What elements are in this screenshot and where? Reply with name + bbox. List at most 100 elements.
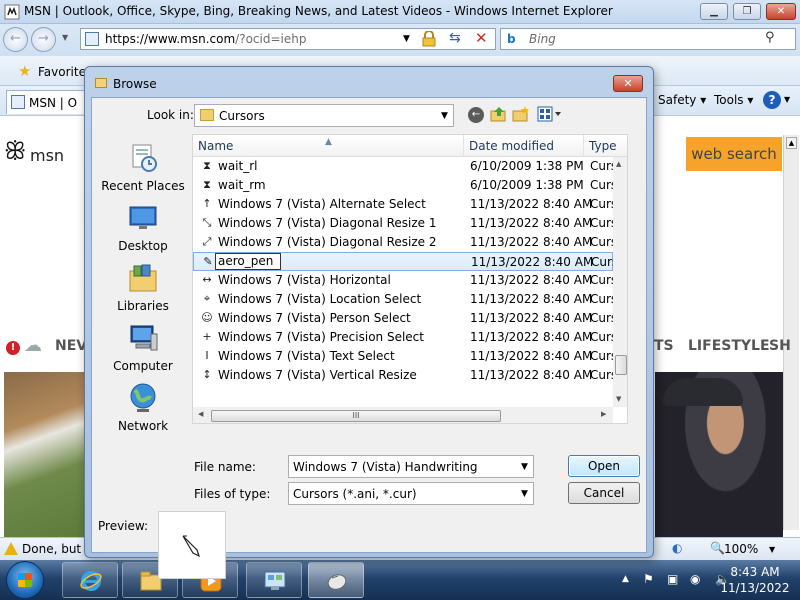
scroll-left-icon[interactable]: ◀	[198, 410, 203, 418]
zoom-level[interactable]: 100%	[724, 542, 758, 556]
file-row[interactable]: ⧗ wait_rl 6/10/2009 1:38 PM Cursor	[193, 157, 627, 176]
horizontal-scrollbar[interactable]: ◀ III ▶	[193, 407, 613, 423]
file-name-label: File name:	[194, 460, 256, 474]
ie-tray-icon[interactable]: ◉	[690, 572, 700, 586]
file-row[interactable]: ↑ Windows 7 (Vista) Alternate Select 11/…	[193, 195, 627, 214]
file-list[interactable]: Name ▲ Date modified Type ⧗ wait_rl 6/10…	[192, 134, 628, 424]
favorites-star-icon[interactable]: ★	[18, 62, 31, 80]
file-row[interactable]: ⌖ Windows 7 (Vista) Location Select 11/1…	[193, 290, 627, 309]
taskbar-mouse-properties[interactable]	[308, 562, 364, 598]
help-icon[interactable]: ?	[763, 91, 781, 109]
stop-icon[interactable]: ✕	[475, 29, 488, 47]
taskbar-internet-explorer[interactable]	[62, 562, 118, 598]
place-computer[interactable]: Computer	[98, 322, 188, 373]
new-folder-icon[interactable]	[512, 106, 530, 122]
msn-butterfly-icon[interactable]: ꕥ	[4, 137, 26, 165]
sort-ascending-icon: ▲	[325, 137, 332, 147]
address-text[interactable]: https://www.msn.com/?ocid=iehp	[105, 32, 306, 46]
maximize-button[interactable]: ❐	[733, 3, 761, 20]
address-bar[interactable]: https://www.msn.com/?ocid=iehp ▼ ⇆ ✕	[80, 28, 496, 50]
back-icon[interactable]: ←	[468, 107, 484, 123]
zoom-icon[interactable]: 🔍	[710, 541, 725, 555]
place-recent-places[interactable]: Recent Places	[98, 142, 188, 193]
open-button[interactable]: Open	[568, 455, 640, 477]
column-header-name[interactable]: Name ▲	[193, 135, 464, 157]
chevron-down-icon[interactable]: ▼	[521, 462, 528, 472]
file-row[interactable]: ↕ Windows 7 (Vista) Vertical Resize 11/1…	[193, 366, 627, 385]
msn-logo[interactable]: msn	[30, 146, 64, 165]
back-button[interactable]: ←	[3, 27, 28, 52]
column-header-date-modified[interactable]: Date modified	[464, 135, 584, 157]
file-row[interactable]: + Windows 7 (Vista) Precision Select 11/…	[193, 328, 627, 347]
recent-pages-dropdown-icon[interactable]: ▼	[62, 33, 68, 42]
file-name: wait_rm	[218, 178, 266, 192]
view-menu-icon[interactable]	[537, 106, 563, 122]
address-dropdown-icon[interactable]: ▼	[403, 34, 410, 44]
news-photo[interactable]	[655, 372, 783, 542]
safety-menu[interactable]: Safety ▾	[658, 93, 706, 107]
nav-sports[interactable]: TS	[654, 338, 674, 354]
start-button[interactable]	[6, 561, 44, 599]
folder-icon	[200, 109, 214, 121]
forward-button[interactable]: →	[31, 27, 56, 52]
file-row[interactable]: I Windows 7 (Vista) Text Select 11/13/20…	[193, 347, 627, 366]
file-row[interactable]: ⤢ Windows 7 (Vista) Diagonal Resize 2 11…	[193, 233, 627, 252]
news-photo[interactable]	[4, 372, 84, 542]
network-icon[interactable]: ▣	[667, 572, 678, 586]
web-search-button[interactable]: web search	[686, 137, 782, 171]
show-hidden-icons-icon[interactable]: ▲	[622, 574, 629, 584]
place-libraries[interactable]: Libraries	[98, 262, 188, 313]
scroll-down-icon[interactable]: ▼	[616, 395, 621, 403]
nav-lifestyle[interactable]: LIFESTYLE	[688, 338, 770, 354]
taskbar-control-panel[interactable]	[246, 562, 302, 598]
page-scrollbar[interactable]: ▲	[783, 135, 799, 530]
zoom-dropdown-icon[interactable]: ▼	[769, 545, 775, 554]
tools-menu[interactable]: Tools ▾	[714, 93, 753, 107]
nav-shopping[interactable]: SH	[769, 338, 791, 354]
column-header-type[interactable]: Type	[584, 135, 627, 157]
place-desktop[interactable]: Desktop	[98, 202, 188, 253]
alternate-select-cursor-icon: ↑	[202, 197, 212, 210]
action-center-flag-icon[interactable]: ⚑	[643, 572, 654, 586]
cancel-button[interactable]: Cancel	[568, 482, 640, 504]
look-in-dropdown[interactable]: Cursors ▼	[194, 104, 454, 127]
protected-mode-icon[interactable]: ◐	[672, 541, 682, 555]
rename-input[interactable]: aero_pen	[215, 253, 281, 270]
clock-date[interactable]: 11/13/2022	[710, 581, 800, 595]
minimize-button[interactable]: ▁	[700, 3, 728, 20]
file-row[interactable]: ↔ Windows 7 (Vista) Horizontal 11/13/202…	[193, 271, 627, 290]
search-box[interactable]: b Bing ⚲	[500, 28, 796, 50]
chevron-down-icon[interactable]: ▼	[441, 111, 448, 121]
scroll-up-icon[interactable]: ▲	[786, 137, 797, 149]
windows-logo-icon	[18, 573, 32, 587]
scroll-up-icon[interactable]: ▲	[616, 160, 621, 168]
dialog-close-button[interactable]: ✕	[613, 75, 643, 92]
place-network[interactable]: Network	[98, 382, 188, 433]
place-label: Network	[117, 419, 169, 433]
file-name-field[interactable]: Windows 7 (Vista) Handwriting ▼	[288, 455, 534, 478]
up-folder-icon[interactable]	[490, 106, 508, 122]
scroll-thumb[interactable]: III	[211, 410, 501, 422]
file-row[interactable]: ⤡ Windows 7 (Vista) Diagonal Resize 1 11…	[193, 214, 627, 233]
file-row-selected[interactable]: ✎ aero_pen 11/13/2022 8:40 AM Cursor	[193, 252, 627, 271]
search-input[interactable]: Bing	[529, 32, 556, 46]
scroll-right-icon[interactable]: ▶	[601, 410, 606, 418]
scroll-thumb[interactable]	[615, 355, 627, 375]
nav-news[interactable]: NEV	[55, 338, 87, 354]
tab-msn[interactable]: MSN | O	[6, 90, 86, 114]
lock-icon[interactable]	[422, 31, 436, 47]
dialog-body: Look in: Cursors ▼ ← Recent Places Deskt…	[91, 97, 647, 579]
cloud-icon[interactable]: ☁	[24, 335, 42, 356]
chevron-down-icon[interactable]: ▼	[521, 489, 528, 499]
clock-time[interactable]: 8:43 AM	[710, 565, 800, 579]
refresh-icon[interactable]: ⇆	[449, 30, 461, 46]
close-button[interactable]: ✕	[766, 3, 796, 20]
files-of-type-select[interactable]: Cursors (*.ani, *.cur) ▼	[288, 482, 534, 505]
file-row[interactable]: ☺ Windows 7 (Vista) Person Select 11/13/…	[193, 309, 627, 328]
help-dropdown-icon[interactable]: ▼	[784, 95, 790, 104]
file-row[interactable]: ⧗ wait_rm 6/10/2009 1:38 PM Cursor	[193, 176, 627, 195]
search-icon[interactable]: ⚲	[765, 30, 775, 45]
weather-alert-icon[interactable]: !	[6, 341, 20, 355]
file-name-value[interactable]: Windows 7 (Vista) Handwriting	[293, 460, 478, 474]
vertical-scrollbar[interactable]: ▲ ▼	[613, 157, 627, 407]
